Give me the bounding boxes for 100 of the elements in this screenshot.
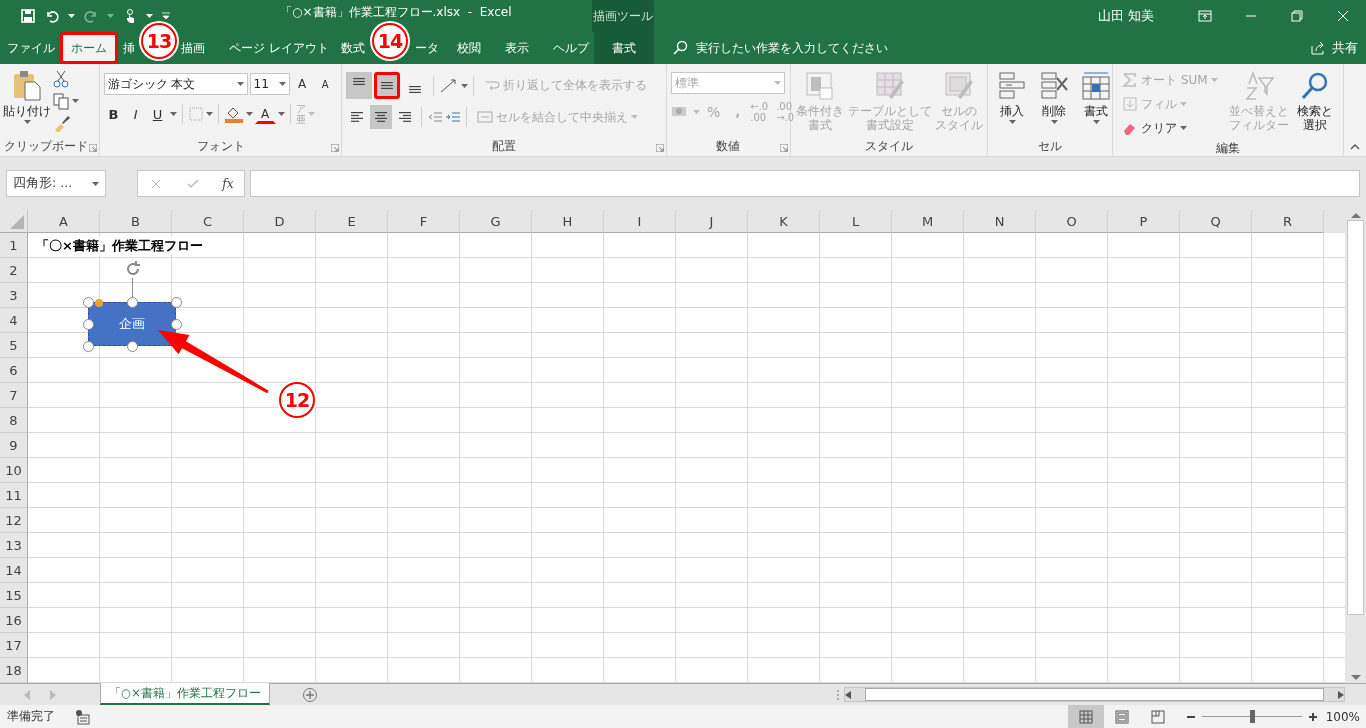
row-header[interactable]: 5	[0, 333, 28, 358]
name-box[interactable]: 四角形: ...	[6, 170, 106, 197]
resize-handle[interactable]	[83, 319, 94, 330]
editing-button[interactable]: 検索と 選択	[1293, 68, 1338, 140]
resize-handle[interactable]	[171, 297, 182, 308]
view-button[interactable]	[1067, 705, 1104, 728]
font-color-button[interactable]: A	[254, 104, 276, 124]
row-header[interactable]: 13	[0, 533, 28, 558]
zoom-in-icon[interactable]	[1307, 711, 1318, 722]
redo-icon[interactable]	[83, 8, 99, 24]
column-header[interactable]: H	[532, 210, 604, 233]
resize-handle[interactable]	[171, 319, 182, 330]
scissors-icon[interactable]	[52, 70, 70, 88]
zoom-level[interactable]: 100%	[1325, 709, 1360, 724]
cell-button[interactable]: 書式	[1076, 68, 1117, 138]
font-name-field[interactable]: 游ゴシック 本文	[103, 73, 248, 95]
row-header[interactable]: 17	[0, 633, 28, 658]
font-style-button[interactable]: I	[125, 102, 146, 126]
row-header[interactable]: 9	[0, 433, 28, 458]
column-header[interactable]: O	[1036, 210, 1108, 233]
tell-me-field[interactable]: 実行したい作業を入力してください	[693, 40, 924, 56]
column-header[interactable]: A	[28, 210, 100, 233]
ribbon-tab[interactable]: 挿	[118, 32, 140, 64]
column-header[interactable]: C	[172, 210, 244, 233]
column-header[interactable]: E	[316, 210, 388, 233]
column-header[interactable]: P	[1108, 210, 1180, 233]
vertical-scrollbar[interactable]	[1345, 210, 1366, 683]
ribbon-tab[interactable]: 書式	[593, 32, 654, 64]
customize-icon[interactable]	[161, 11, 171, 21]
column-header[interactable]: M	[892, 210, 964, 233]
copy-icon[interactable]	[52, 92, 70, 110]
dialog-launcher-icon[interactable]	[88, 144, 97, 152]
resize-handle[interactable]	[127, 341, 138, 352]
row-header[interactable]: 6	[0, 358, 28, 383]
ribbon-tab[interactable]: ータ	[409, 32, 444, 64]
resize-handle[interactable]	[127, 297, 138, 308]
scrollbar-thumb[interactable]	[1347, 220, 1364, 615]
dialog-launcher-icon[interactable]	[655, 144, 664, 152]
scrollbar-thumb[interactable]	[865, 688, 1325, 701]
share-button[interactable]: 共有	[1302, 32, 1366, 64]
editing-button[interactable]: クリア	[1117, 116, 1226, 140]
column-header[interactable]: N	[964, 210, 1036, 233]
cell-button[interactable]: 挿入	[992, 68, 1033, 138]
rotate-handle-icon[interactable]	[124, 260, 142, 278]
scroll-up-icon[interactable]	[1350, 212, 1361, 218]
row-header[interactable]: 2	[0, 258, 28, 283]
column-header[interactable]: D	[244, 210, 316, 233]
column-header[interactable]: F	[388, 210, 460, 233]
dialog-launcher-icon[interactable]	[331, 144, 340, 152]
column-header[interactable]: B	[100, 210, 172, 233]
ribbon-tab[interactable]: 数式	[335, 32, 370, 64]
sheet-tab[interactable]: 「○×書籍」作業工程フロー	[100, 683, 270, 705]
row-header[interactable]: 11	[0, 483, 28, 508]
resize-handle[interactable]	[83, 297, 94, 308]
ribbon-tab[interactable]: ホーム	[60, 32, 118, 64]
row-header[interactable]: 7	[0, 383, 28, 408]
row-header[interactable]: 12	[0, 508, 28, 533]
grow-font-button[interactable]: A	[291, 72, 313, 96]
row-header[interactable]: 16	[0, 608, 28, 633]
row-header[interactable]: 3	[0, 283, 28, 308]
cell-button[interactable]: 削除	[1034, 68, 1075, 138]
row-header[interactable]: 1	[0, 233, 28, 258]
ribbon-tab[interactable]: ヘルプ	[547, 32, 594, 64]
column-header[interactable]: Q	[1180, 210, 1252, 233]
fill-color-icon[interactable]	[223, 105, 244, 123]
horizontal-align-button[interactable]	[370, 105, 393, 129]
column-header[interactable]: K	[748, 210, 820, 233]
add-sheet-icon[interactable]	[302, 686, 318, 703]
save-icon[interactable]	[20, 8, 36, 24]
font-style-button[interactable]: U	[147, 102, 168, 126]
slider-thumb[interactable]	[1249, 710, 1255, 723]
paste-button[interactable]: 貼り付け	[4, 68, 50, 138]
row-header[interactable]: 14	[0, 558, 28, 583]
collapse-icon[interactable]	[1350, 144, 1360, 150]
font-style-button[interactable]: B	[103, 102, 124, 126]
vertical-align-button[interactable]	[346, 72, 373, 99]
column-header[interactable]: I	[604, 210, 676, 233]
vertical-align-button[interactable]	[374, 72, 401, 99]
ribbon-tab[interactable]: 表示	[499, 32, 534, 64]
column-header[interactable]: J	[676, 210, 748, 233]
scroll-left-icon[interactable]	[845, 690, 851, 699]
undo-icon[interactable]	[44, 8, 60, 24]
dialog-launcher-icon[interactable]	[779, 144, 788, 152]
row-header[interactable]: 15	[0, 583, 28, 608]
ribbon-tab[interactable]: 校閲	[451, 32, 486, 64]
macro-record-icon[interactable]	[75, 708, 91, 725]
scroll-down-icon[interactable]	[1350, 675, 1361, 681]
column-header[interactable]: G	[460, 210, 532, 233]
adjust-handle[interactable]	[95, 299, 103, 307]
column-header[interactable]: L	[820, 210, 892, 233]
shrink-font-button[interactable]: A	[314, 72, 336, 96]
insert-function-button[interactable]: fx	[222, 176, 234, 191]
row-header[interactable]: 18	[0, 658, 28, 683]
ribbon-tab[interactable]: 描画	[176, 32, 210, 64]
ribbon-tab[interactable]: ファイル	[2, 32, 60, 64]
scroll-right-icon[interactable]	[1338, 690, 1344, 699]
horizontal-scrollbar[interactable]	[844, 687, 1345, 702]
process-box[interactable]: 企画	[88, 302, 176, 346]
resize-handle[interactable]	[83, 341, 94, 352]
column-header[interactable]: R	[1252, 210, 1324, 233]
